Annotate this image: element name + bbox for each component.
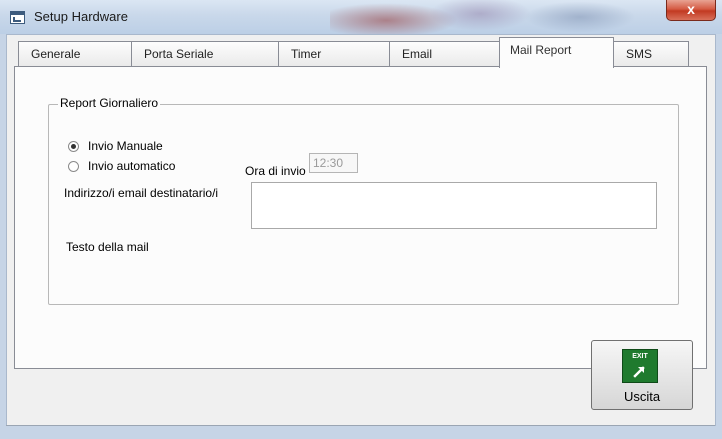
tab-timer[interactable]: Timer [278, 41, 390, 66]
titlebar-decoration [520, 0, 640, 34]
email-destinatario-input[interactable] [251, 182, 657, 229]
window-frame-bottom [0, 426, 722, 439]
window-frame-left [0, 34, 7, 439]
setup-hardware-window: Setup Hardware x Generale Porta Seriale … [0, 0, 722, 439]
group-title: Report Giornaliero [58, 96, 161, 110]
tab-porta-seriale[interactable]: Porta Seriale [131, 41, 279, 66]
exit-icon: EXIT [622, 349, 658, 383]
window-title: Setup Hardware [34, 9, 128, 24]
email-destinatario-label: Indirizzo/i email destinatario/i [64, 186, 219, 200]
exit-button[interactable]: EXIT Uscita [591, 340, 693, 410]
radio-invio-automatico[interactable] [68, 161, 79, 172]
tab-generale[interactable]: Generale [18, 41, 132, 66]
arrow-up-right-icon [633, 366, 645, 378]
title-bar[interactable]: Setup Hardware x [0, 0, 722, 35]
ora-di-invio-label: Ora di invio [245, 164, 306, 178]
radio-invio-automatico-label[interactable]: Invio automatico [88, 159, 175, 173]
tab-sms[interactable]: SMS [613, 41, 689, 66]
app-window-icon[interactable] [10, 11, 25, 24]
exit-button-label: Uscita [623, 389, 661, 404]
close-button[interactable]: x [666, 0, 716, 21]
ora-di-invio-input[interactable]: 12:30 [309, 153, 358, 173]
window-frame-right [715, 34, 722, 439]
radio-invio-manuale[interactable] [68, 141, 79, 152]
exit-icon-text: EXIT [632, 353, 648, 360]
tab-email[interactable]: Email [389, 41, 501, 66]
radio-invio-manuale-label[interactable]: Invio Manuale [88, 139, 163, 153]
testo-mail-label: Testo della mail [66, 240, 149, 254]
tab-mail-report[interactable]: Mail Report [499, 37, 614, 68]
